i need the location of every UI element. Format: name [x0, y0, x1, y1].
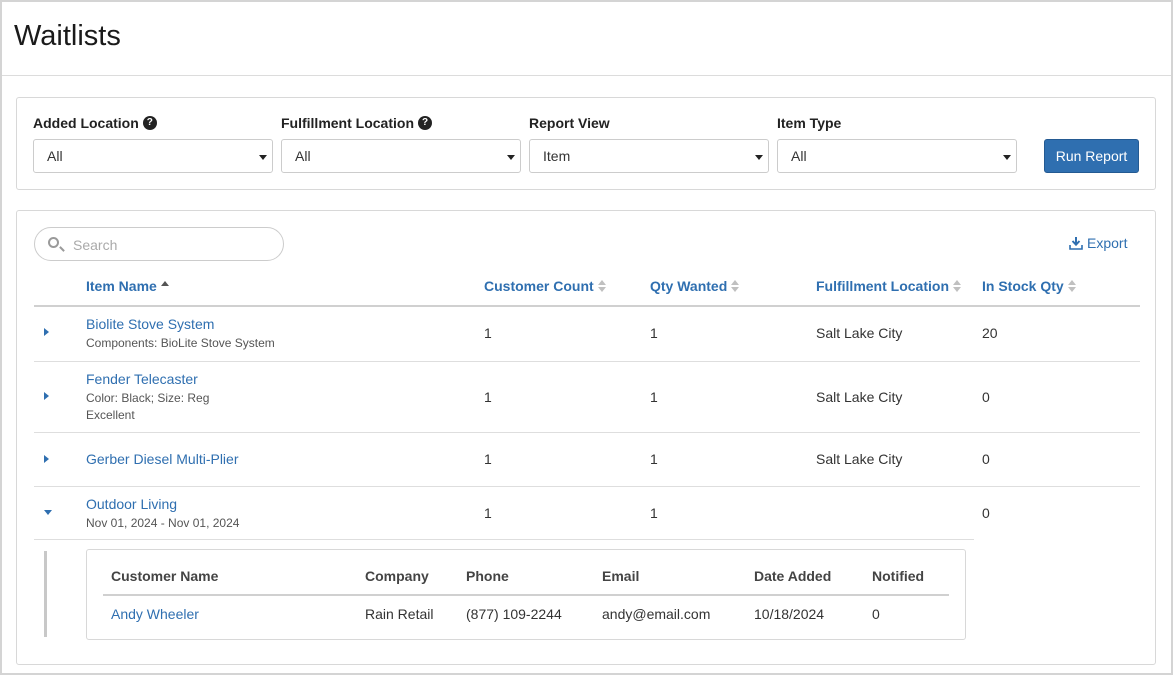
- report-view-value: Item: [543, 148, 571, 164]
- notified-header: Notified: [872, 568, 925, 584]
- window-frame: Waitlists Added Location ? All Fulfillme…: [0, 0, 1173, 675]
- customer-count-cell: 1: [484, 451, 492, 467]
- qty-wanted-cell: 1: [650, 389, 658, 405]
- fulfillment-location-label: Fulfillment Location ?: [281, 114, 432, 132]
- added-location-label-text: Added Location: [33, 115, 139, 131]
- item-name-link[interactable]: Fender Telecaster: [86, 371, 198, 387]
- customer-count-cell: 1: [484, 505, 492, 521]
- caret-down-icon: [755, 155, 763, 160]
- customer-count-header-label: Customer Count: [484, 278, 594, 294]
- email-header: Email: [602, 568, 640, 584]
- notified-cell: 0: [872, 606, 880, 622]
- report-view-select[interactable]: Item: [529, 139, 769, 173]
- column-header-fulfillment-location[interactable]: Fulfillment Location: [816, 278, 961, 294]
- caret-down-icon: [507, 155, 515, 160]
- run-report-button[interactable]: Run Report: [1044, 139, 1139, 173]
- detail-header-divider: [103, 594, 949, 596]
- email-cell: andy@email.com: [602, 606, 711, 622]
- item-type-select[interactable]: All: [777, 139, 1017, 173]
- customer-detail-table: Customer Name Company Phone Email Date A…: [86, 549, 966, 640]
- column-header-in-stock-qty[interactable]: In Stock Qty: [982, 278, 1076, 294]
- item-type-label: Item Type: [777, 115, 842, 131]
- table-row: Outdoor Living Nov 01, 2024 - Nov 01, 20…: [17, 487, 1157, 541]
- row-divider: [34, 539, 974, 540]
- sort-icon: [1067, 280, 1076, 292]
- search-icon: [48, 237, 59, 248]
- company-header: Company: [365, 568, 429, 584]
- expand-caret-right-icon[interactable]: [44, 455, 49, 463]
- item-name-link[interactable]: Outdoor Living: [86, 496, 177, 512]
- fulfillment-location-filter: Fulfillment Location ? All: [281, 114, 521, 173]
- date-added-header: Date Added: [754, 568, 832, 584]
- collapse-caret-down-icon[interactable]: [44, 510, 52, 515]
- help-icon[interactable]: ?: [418, 116, 432, 130]
- added-location-label: Added Location ?: [33, 114, 157, 132]
- sort-icon: [597, 280, 606, 292]
- page-title: Waitlists: [14, 20, 121, 52]
- expanded-indicator-bar: [44, 551, 47, 637]
- customer-name-link[interactable]: Andy Wheeler: [111, 606, 199, 622]
- fulfillment-location-header-label: Fulfillment Location: [816, 278, 949, 294]
- customer-count-cell: 1: [484, 325, 492, 341]
- customer-count-cell: 1: [484, 389, 492, 405]
- caret-down-icon: [1003, 155, 1011, 160]
- results-panel: Search Export Item Name Customer Count Q…: [16, 210, 1156, 665]
- filters-panel: Added Location ? All Fulfillment Locatio…: [16, 97, 1156, 190]
- fulfillment-location-cell: Salt Lake City: [816, 451, 903, 467]
- phone-header: Phone: [466, 568, 509, 584]
- column-header-customer-count[interactable]: Customer Count: [484, 278, 606, 294]
- help-icon[interactable]: ?: [142, 116, 157, 130]
- fulfillment-location-value: All: [295, 148, 311, 164]
- item-name-link[interactable]: Gerber Diesel Multi-Plier: [86, 451, 238, 467]
- expand-caret-right-icon[interactable]: [44, 328, 49, 336]
- divider: [2, 75, 1171, 76]
- added-location-value: All: [47, 148, 63, 164]
- report-view-filter: Report View Item: [529, 114, 769, 173]
- item-name-link[interactable]: Biolite Stove System: [86, 316, 214, 332]
- sort-ascending-icon: [160, 280, 169, 286]
- report-view-label: Report View: [529, 115, 610, 131]
- item-detail: Components: BioLite Stove System: [86, 336, 275, 350]
- expand-caret-right-icon[interactable]: [44, 392, 49, 400]
- added-location-filter: Added Location ? All: [33, 114, 273, 173]
- export-label: Export: [1087, 235, 1128, 251]
- qty-wanted-cell: 1: [650, 505, 658, 521]
- customer-name-header: Customer Name: [111, 568, 219, 584]
- caret-down-icon: [259, 155, 267, 160]
- added-location-select[interactable]: All: [33, 139, 273, 173]
- qty-wanted-header-label: Qty Wanted: [650, 278, 728, 294]
- search-input[interactable]: Search: [34, 227, 284, 261]
- in-stock-qty-cell: 0: [982, 505, 990, 521]
- qty-wanted-cell: 1: [650, 451, 658, 467]
- phone-cell: (877) 109-2244: [466, 606, 562, 622]
- item-detail: Color: Black; Size: Reg: [86, 391, 210, 405]
- fulfillment-location-cell: Salt Lake City: [816, 389, 903, 405]
- fulfillment-location-select[interactable]: All: [281, 139, 521, 173]
- item-name-header-label: Item Name: [86, 278, 157, 294]
- column-header-qty-wanted[interactable]: Qty Wanted: [650, 278, 740, 294]
- item-date-range: Nov 01, 2024 - Nov 01, 2024: [86, 516, 240, 530]
- fulfillment-location-label-text: Fulfillment Location: [281, 115, 414, 131]
- fulfillment-location-cell: Salt Lake City: [816, 325, 903, 341]
- company-cell: Rain Retail: [365, 606, 434, 622]
- column-header-item-name[interactable]: Item Name: [86, 278, 169, 294]
- table-row: Fender Telecaster Color: Black; Size: Re…: [17, 362, 1157, 432]
- qty-wanted-cell: 1: [650, 325, 658, 341]
- in-stock-qty-cell: 0: [982, 451, 990, 467]
- in-stock-qty-cell: 20: [982, 325, 998, 341]
- download-icon: [1069, 237, 1083, 250]
- item-type-value: All: [791, 148, 807, 164]
- item-type-filter: Item Type All: [777, 114, 1017, 173]
- table-row: Biolite Stove System Components: BioLite…: [17, 307, 1157, 361]
- item-condition: Excellent: [86, 408, 135, 422]
- search-placeholder: Search: [73, 237, 118, 253]
- date-added-cell: 10/18/2024: [754, 606, 825, 622]
- in-stock-qty-header-label: In Stock Qty: [982, 278, 1064, 294]
- table-row: Gerber Diesel Multi-Plier 1 1 Salt Lake …: [17, 433, 1157, 486]
- export-button[interactable]: Export: [1069, 235, 1127, 251]
- sort-icon: [731, 280, 740, 292]
- in-stock-qty-cell: 0: [982, 389, 990, 405]
- sort-icon: [953, 280, 961, 292]
